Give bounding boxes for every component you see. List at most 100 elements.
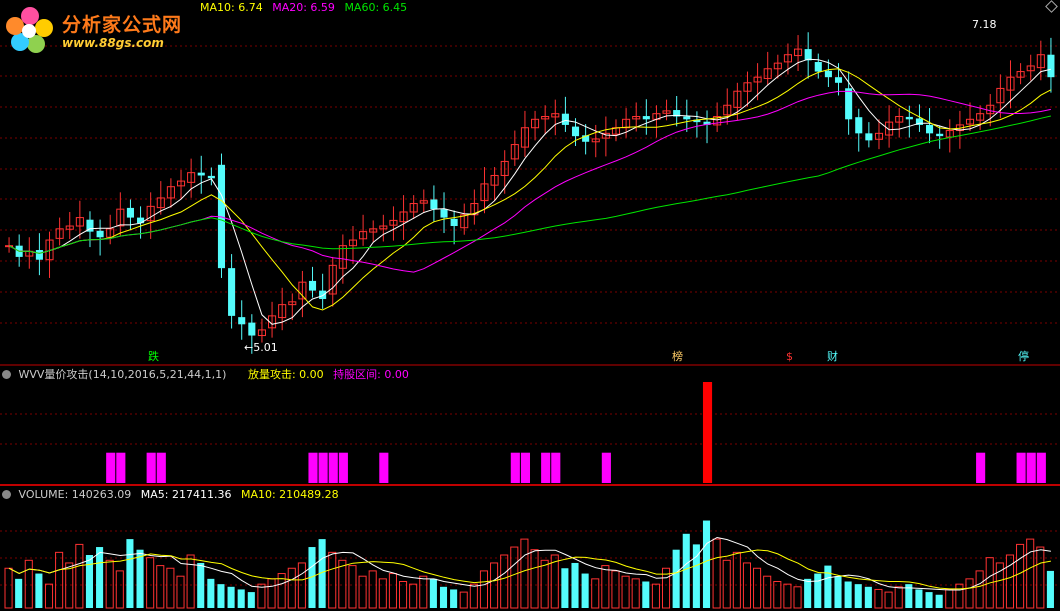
candle-body-down	[855, 117, 863, 134]
volume-bar-up	[419, 575, 428, 609]
attack-bar	[338, 452, 348, 483]
volume-bar-up	[874, 588, 883, 609]
volume-bar-up	[591, 578, 600, 609]
attack-bar	[1036, 452, 1046, 483]
event-marker-2[interactable]: 榜	[672, 351, 683, 363]
candle-body-down	[561, 113, 569, 125]
candle-body-down	[804, 49, 812, 61]
ma10-legend: MA10: 6.74	[200, 1, 263, 14]
volume-bar-down	[854, 584, 862, 608]
attack-bar	[308, 452, 318, 483]
volume-bar-down	[834, 576, 842, 608]
attack-bar	[1026, 452, 1036, 483]
low-price-label: ←5.01	[244, 341, 278, 354]
candle-body-down	[35, 250, 43, 260]
volume-ma10-line	[8, 549, 1051, 590]
volume-bar-up	[945, 588, 954, 609]
volume-bar-up	[459, 591, 468, 609]
volume-bar-up	[773, 581, 782, 609]
volume-bar-up	[4, 567, 13, 609]
volume-bar-up	[378, 578, 387, 609]
volume-bar-up	[722, 559, 731, 609]
collapse-icon[interactable]	[2, 490, 11, 499]
volume-bar-down	[925, 592, 933, 608]
volume-bar-up	[44, 583, 54, 609]
volume-bar-down	[450, 589, 458, 608]
candle-body-down	[319, 290, 327, 300]
candle-body-down	[642, 116, 650, 120]
attack-bar	[146, 452, 156, 483]
volume-bar-up	[186, 554, 195, 609]
attack-bar	[551, 452, 561, 483]
volume-bar-down	[207, 578, 215, 608]
ma60-line	[8, 115, 1052, 254]
volume-bar-up	[328, 551, 337, 609]
volume-bar-down	[197, 562, 205, 608]
event-marker-3[interactable]: $	[786, 351, 793, 363]
volume-bar-up	[368, 570, 377, 609]
attack-bar	[379, 452, 389, 483]
chart-canvas	[0, 32, 1060, 609]
candle-body-down	[845, 88, 853, 120]
attack-bar	[520, 452, 530, 483]
event-marker-1[interactable]: 跌	[148, 351, 159, 363]
logo-url: www.88gs.com	[62, 36, 164, 50]
volume-bar-up	[520, 538, 529, 609]
attack-bar	[1016, 452, 1026, 483]
volume-bar-up	[965, 578, 974, 609]
event-marker-4[interactable]: 财	[827, 351, 838, 363]
event-marker-5[interactable]: 停	[1018, 351, 1029, 363]
volume-bar-up	[540, 559, 549, 609]
volume-bar-up	[1026, 538, 1035, 609]
attack-header: WVV量价攻击(14,10,2016,5,21,44,1,1) 放量攻击: 0.…	[2, 368, 415, 382]
candle-body-down	[308, 280, 317, 291]
volume-bar-up	[388, 573, 397, 609]
candle-body-down	[936, 133, 944, 137]
candle-body-down	[96, 230, 104, 238]
attack-bar	[106, 452, 116, 483]
volume-bar-up	[1016, 543, 1025, 609]
volume-bar-down	[247, 592, 255, 608]
candle-body-down	[430, 199, 438, 210]
volume-bar-up	[1005, 554, 1015, 609]
volume-bar-down	[581, 573, 589, 608]
candle-body-down	[865, 133, 873, 141]
volume-bar-up	[166, 567, 175, 609]
candle-body-down	[228, 268, 236, 316]
candle-body-down	[207, 175, 215, 179]
volume-bar-down	[814, 573, 822, 608]
attack-bar	[156, 452, 166, 483]
volume-bar-down	[915, 589, 923, 608]
volume-bar-down	[429, 578, 437, 608]
volume-bar-up	[500, 554, 509, 609]
volume-bar-up	[267, 578, 276, 609]
volume-bar-up	[753, 567, 762, 609]
collapse-icon[interactable]	[2, 370, 11, 379]
attack-bar	[541, 452, 551, 483]
volume-bar-down	[35, 573, 43, 608]
volume-bar-down	[804, 578, 812, 608]
volume-bar-up	[510, 546, 519, 609]
volume-bar-down	[561, 568, 569, 608]
candle-body-down	[834, 77, 843, 83]
volume-bar-up	[1036, 546, 1045, 609]
high-price-label: 7.18	[972, 18, 997, 31]
volume-bar-up	[783, 583, 792, 609]
volume-bar-up	[156, 565, 165, 609]
volume-bar-up	[530, 549, 539, 609]
volume-bar-up	[651, 583, 660, 609]
volume-bar-down	[935, 594, 943, 608]
volume-bar-up	[621, 575, 630, 609]
volume-bar-up	[631, 578, 640, 609]
volume-bar-down	[85, 555, 94, 608]
volume-bar-down	[571, 562, 579, 608]
price-header: MA10: 6.74 MA20: 6.59 MA60: 6.45	[200, 1, 413, 15]
hold-value: 持股区间: 0.00	[333, 368, 409, 381]
volume-bar-down	[1046, 570, 1054, 608]
volume-ma10: MA10: 210489.28	[240, 488, 339, 501]
volume-bar-up	[146, 557, 155, 609]
volume-bar-up	[75, 543, 84, 609]
attack-bar	[510, 452, 520, 483]
volume-bar-up	[358, 575, 367, 609]
volume-bar-down	[864, 586, 872, 608]
